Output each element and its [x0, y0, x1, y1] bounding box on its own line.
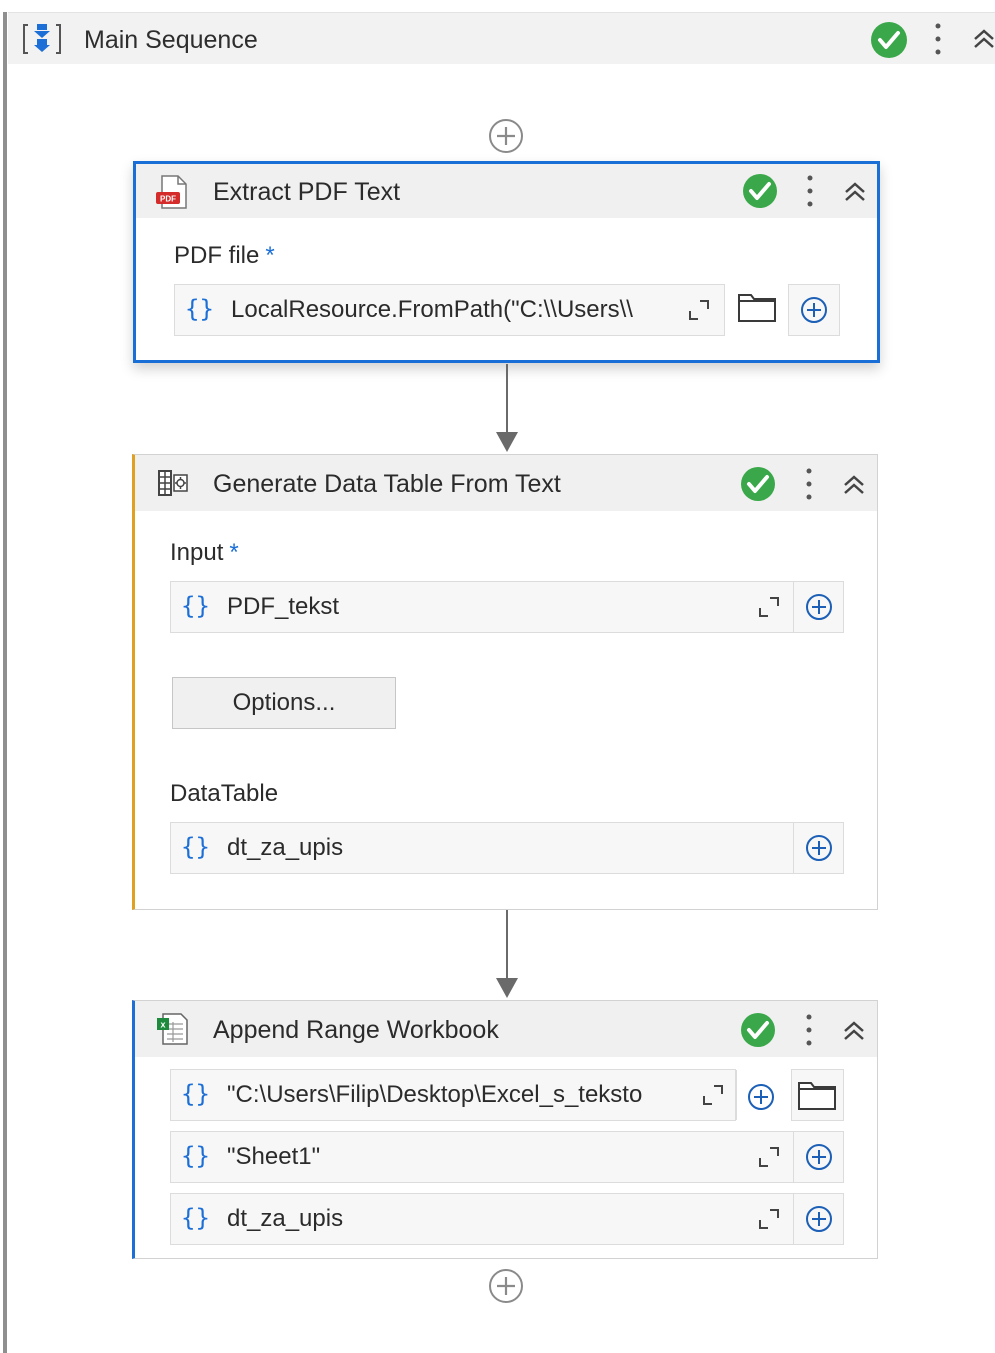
connector-line [506, 364, 508, 434]
input-label: Input * [170, 539, 239, 567]
kebab-menu-icon[interactable] [804, 1012, 814, 1048]
expand-editor-icon[interactable] [757, 1145, 781, 1169]
activity-title: Extract PDF Text [213, 178, 401, 206]
add-activity-bottom-icon[interactable] [487, 1267, 525, 1305]
input-label-text: Input [170, 539, 224, 566]
collapse-icon[interactable] [842, 180, 868, 202]
datatable-label: DataTable [170, 780, 279, 807]
kebab-menu-icon[interactable] [804, 466, 814, 502]
field-separator [793, 823, 794, 873]
sheet-name-value[interactable]: "Sheet1" [227, 1143, 320, 1171]
collapse-icon[interactable] [841, 473, 867, 495]
data-table-icon [158, 470, 188, 496]
datatable-field[interactable]: {} dt_za_upis [170, 822, 844, 874]
pdf-file-value[interactable]: LocalResource.FromPath("C:\\Users\\ [231, 296, 681, 324]
pdf-file-label-text: PDF file [174, 242, 260, 269]
expression-braces-icon: {} [181, 592, 210, 620]
plus-circle-icon[interactable] [805, 1205, 833, 1233]
add-property-button[interactable] [788, 284, 840, 336]
activity-title: Append Range Workbook [213, 1016, 499, 1044]
expand-editor-icon[interactable] [687, 298, 711, 322]
field-separator [793, 1132, 794, 1182]
sheet-name-field[interactable]: {} "Sheet1" [170, 1131, 844, 1183]
add-activity-top-icon[interactable] [487, 117, 525, 155]
plus-circle-icon[interactable] [805, 834, 833, 862]
expand-editor-icon[interactable] [701, 1083, 725, 1107]
expand-editor-icon[interactable] [757, 1207, 781, 1231]
field-separator [793, 1194, 794, 1244]
kebab-menu-icon[interactable] [805, 173, 815, 209]
valid-check-icon [741, 1013, 775, 1047]
kebab-menu-icon[interactable] [933, 20, 943, 58]
workbook-path-field[interactable]: {} "C:\Users\Filip\Desktop\Excel_s_tekst… [170, 1069, 737, 1121]
input-field[interactable]: {} PDF_tekst [170, 581, 844, 633]
pdf-icon: PDF [156, 175, 187, 209]
sequence-icon [23, 24, 61, 54]
connector-arrow [496, 432, 518, 452]
workbook-path-value[interactable]: "C:\Users\Filip\Desktop\Excel_s_teksto [227, 1081, 683, 1109]
pdf-file-label: PDF file * [174, 242, 275, 270]
folder-icon[interactable] [797, 1079, 837, 1111]
input-value[interactable]: PDF_tekst [227, 593, 339, 621]
expression-braces-icon: {} [181, 1080, 210, 1108]
plus-circle-icon[interactable] [747, 1083, 775, 1111]
append-datatable-value[interactable]: dt_za_upis [227, 1205, 343, 1233]
browse-button[interactable] [791, 1069, 844, 1121]
options-button[interactable]: Options... [172, 677, 396, 729]
expression-braces-icon: {} [185, 295, 214, 323]
required-marker: * [265, 242, 275, 269]
expression-braces-icon: {} [181, 833, 210, 861]
field-separator [793, 582, 794, 632]
activity-append-range-workbook[interactable]: x Append Range Workbook {} "C:\Users\Fil… [132, 1000, 878, 1259]
collapse-icon[interactable] [971, 27, 995, 49]
expression-braces-icon: {} [181, 1142, 210, 1170]
sequence-title: Main Sequence [84, 26, 258, 54]
plus-circle-icon[interactable] [800, 296, 828, 324]
expand-editor-icon[interactable] [757, 595, 781, 619]
valid-check-icon [871, 22, 907, 58]
sequence-rail [3, 12, 7, 1353]
activity-title: Generate Data Table From Text [213, 470, 561, 498]
expression-braces-icon: {} [181, 1204, 210, 1232]
connector-line [506, 910, 508, 980]
svg-text:x: x [160, 1020, 165, 1030]
plus-circle-icon[interactable] [805, 1143, 833, 1171]
folder-icon[interactable] [737, 291, 777, 323]
valid-check-icon [743, 174, 777, 208]
svg-text:PDF: PDF [160, 195, 176, 204]
pdf-file-field[interactable]: {} LocalResource.FromPath("C:\\Users\\ [174, 284, 725, 336]
append-datatable-field[interactable]: {} dt_za_upis [170, 1193, 844, 1245]
required-marker: * [229, 539, 239, 566]
collapse-icon[interactable] [841, 1019, 867, 1041]
plus-circle-icon[interactable] [805, 593, 833, 621]
activity-extract-pdf-text[interactable]: PDF Extract PDF Text PDF file * {} LocalR… [133, 161, 880, 363]
connector-arrow [496, 978, 518, 998]
valid-check-icon [741, 467, 775, 501]
main-sequence-header[interactable]: Main Sequence [8, 12, 995, 64]
field-separator [736, 1070, 737, 1120]
excel-workbook-icon: x [157, 1013, 188, 1045]
datatable-value[interactable]: dt_za_upis [227, 834, 343, 862]
activity-generate-data-table[interactable]: Generate Data Table From Text Input * {} … [132, 454, 878, 910]
